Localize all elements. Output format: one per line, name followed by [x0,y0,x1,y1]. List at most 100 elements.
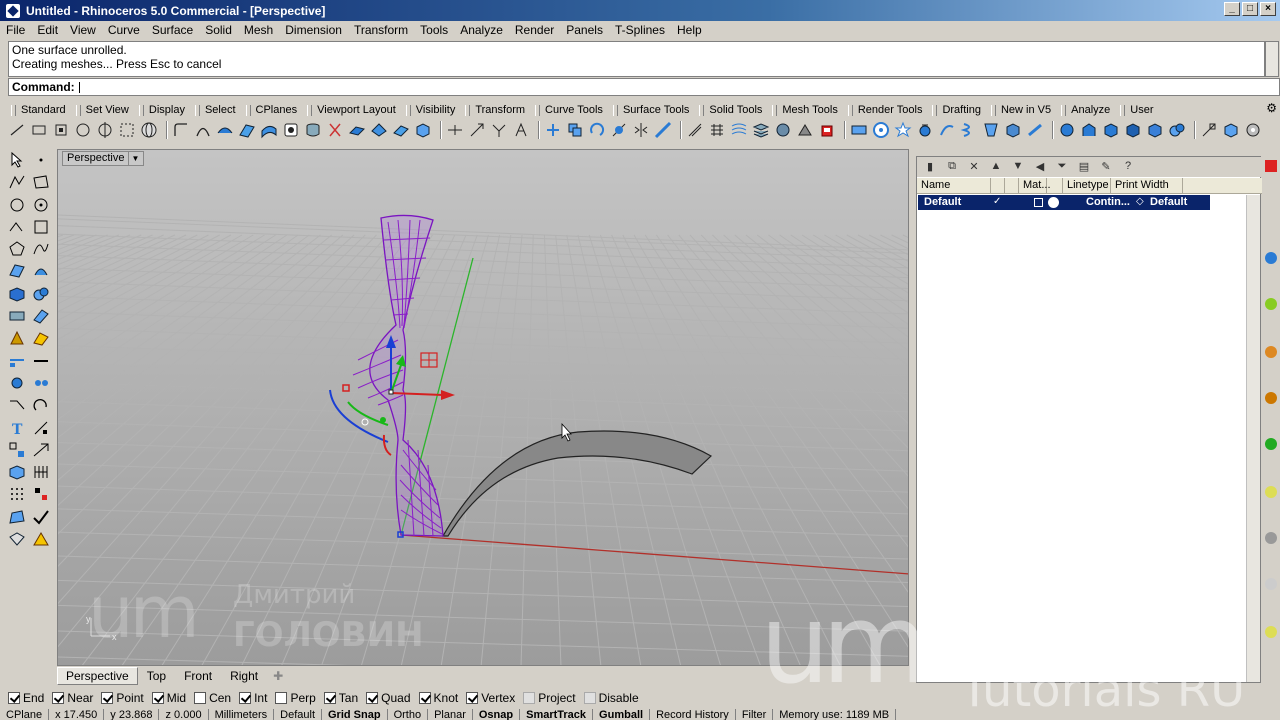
drape-tool-icon[interactable] [796,121,814,139]
osnap-checkbox[interactable] [366,692,379,704]
sphere-grid-icon[interactable] [140,121,158,139]
osnap-checkbox[interactable] [151,692,164,704]
history-cube-icon[interactable] [7,462,27,482]
osnap-checkbox[interactable] [583,692,596,704]
box-select-icon[interactable] [52,121,70,139]
delete-layer-icon[interactable]: ✕ [965,160,983,174]
osnap-checkbox[interactable] [466,692,479,704]
filter-toggle[interactable]: Filter [736,709,774,720]
network-surface-icon[interactable] [392,121,410,139]
solid-box-icon[interactable] [7,284,27,304]
rebuild-surface-icon[interactable] [216,121,234,139]
close-button[interactable]: × [1260,2,1276,16]
solid-shell-icon[interactable] [1146,121,1164,139]
split-tool-icon[interactable] [326,121,344,139]
light-tool-icon[interactable] [7,328,27,348]
grid-snap-toggle[interactable]: Grid Snap [322,709,388,720]
rectangle-tool-icon[interactable] [30,121,48,139]
new-sublayer-icon[interactable]: ⧉ [943,160,961,174]
osnap-mid[interactable]: Mid [151,691,186,705]
line-tool-icon[interactable] [8,121,26,139]
arc-curve-icon[interactable] [194,121,212,139]
freeform-curve-icon[interactable] [31,239,51,259]
col-lock[interactable] [1005,178,1019,194]
layer-linetype[interactable]: Contin... [1086,196,1130,208]
tab-perspective[interactable]: Perspective [57,667,138,685]
boolean-union-icon[interactable] [1058,121,1076,139]
osnap-int[interactable]: Int [239,691,267,705]
render-material-icon[interactable] [7,529,27,549]
osnap-checkbox[interactable] [523,692,536,704]
tab-set-view[interactable]: Set View [73,104,136,116]
light-tab-icon[interactable] [1265,626,1277,638]
tab-display[interactable]: Display [136,104,192,116]
pipe-tool-icon[interactable] [916,121,934,139]
osnap-tan[interactable]: Tan [323,691,358,705]
menu-surface[interactable]: Surface [146,23,199,37]
solid-box-icon[interactable] [414,121,432,139]
layer-options-icon[interactable]: ✎ [1097,160,1115,174]
scale-tool-icon[interactable] [610,121,628,139]
units-label[interactable]: Millimeters [209,709,275,720]
light-bulb-icon[interactable] [31,529,51,549]
osnap-end[interactable]: End [8,691,44,705]
material-sphere-icon[interactable] [1048,197,1059,208]
menu-file[interactable]: File [0,23,31,37]
properties-tab-icon[interactable] [1265,252,1277,264]
layers-scrollbar[interactable] [1246,195,1260,682]
dimension-tool-icon[interactable] [850,121,868,139]
ortho-toggle[interactable]: Ortho [388,709,429,720]
polyline-tool-icon[interactable] [7,172,27,192]
tab-transform[interactable]: Transform [462,104,532,116]
boolean-split-icon[interactable] [1124,121,1142,139]
move-tool-icon[interactable] [544,121,562,139]
move-up-icon[interactable]: ▲ [987,160,1005,174]
viewport-title-label[interactable]: Perspective ▼ [62,151,145,166]
tab-curve-tools[interactable]: Curve Tools [532,104,610,116]
cplane-label[interactable]: CPlane [0,709,50,720]
menu-panels[interactable]: Panels [560,23,609,37]
menu-view[interactable]: View [64,23,102,37]
osnap-checkbox[interactable] [101,692,114,704]
contour-tool-icon[interactable] [730,121,748,139]
record-history-toggle[interactable]: Record History [650,709,736,720]
layer-print-width[interactable]: Default [1150,196,1187,208]
tab-solid-tools[interactable]: Solid Tools [696,104,769,116]
display-tab-icon[interactable] [1265,298,1277,310]
leader-tool-icon[interactable] [31,418,51,438]
curve-fillet-icon[interactable] [172,121,190,139]
tab-render-tools[interactable]: Render Tools [845,104,930,116]
menu-render[interactable]: Render [509,23,560,37]
flow-tool-icon[interactable] [938,121,956,139]
add-viewport-tab-icon[interactable]: ✚ [267,669,283,683]
environment-tab-icon[interactable] [1265,392,1277,404]
tab-drafting[interactable]: Drafting [929,104,988,116]
current-layer-status[interactable]: Default [274,709,322,720]
col-material[interactable]: Mat... [1019,178,1051,194]
curve-rotate-icon[interactable] [31,395,51,415]
sun-tool-icon[interactable] [31,328,51,348]
trim-tool-icon[interactable] [446,121,464,139]
twist-tool-icon[interactable] [960,121,978,139]
tab-right[interactable]: Right [221,667,267,685]
join-tool-icon[interactable] [490,121,508,139]
extrude-surface-icon[interactable] [348,121,366,139]
copy-tool-icon[interactable] [566,121,584,139]
osnap-point[interactable]: Point [101,691,144,705]
grid-tool-icon[interactable] [708,121,726,139]
osnap-checkbox[interactable] [52,692,65,704]
layers-tab-icon[interactable] [1265,160,1277,172]
tab-select[interactable]: Select [192,104,243,116]
notes-tab-icon[interactable] [1265,578,1277,590]
smash-tool-icon[interactable] [1026,121,1044,139]
options-icon[interactable] [1244,121,1262,139]
gumball-toggle[interactable]: Gumball [593,709,651,720]
mirror-tool-icon[interactable] [632,121,650,139]
menu-tools[interactable]: Tools [414,23,454,37]
dimension-tool-icon[interactable] [7,351,27,371]
materials-tab-icon[interactable] [1265,346,1277,358]
layer-row-default[interactable]: Default ✓ Contin... ◇ Default [918,195,1210,210]
checkmark-tool-icon[interactable] [31,507,51,527]
transform-copy-icon[interactable] [31,373,51,393]
layer-color-swatch[interactable] [1034,198,1043,207]
